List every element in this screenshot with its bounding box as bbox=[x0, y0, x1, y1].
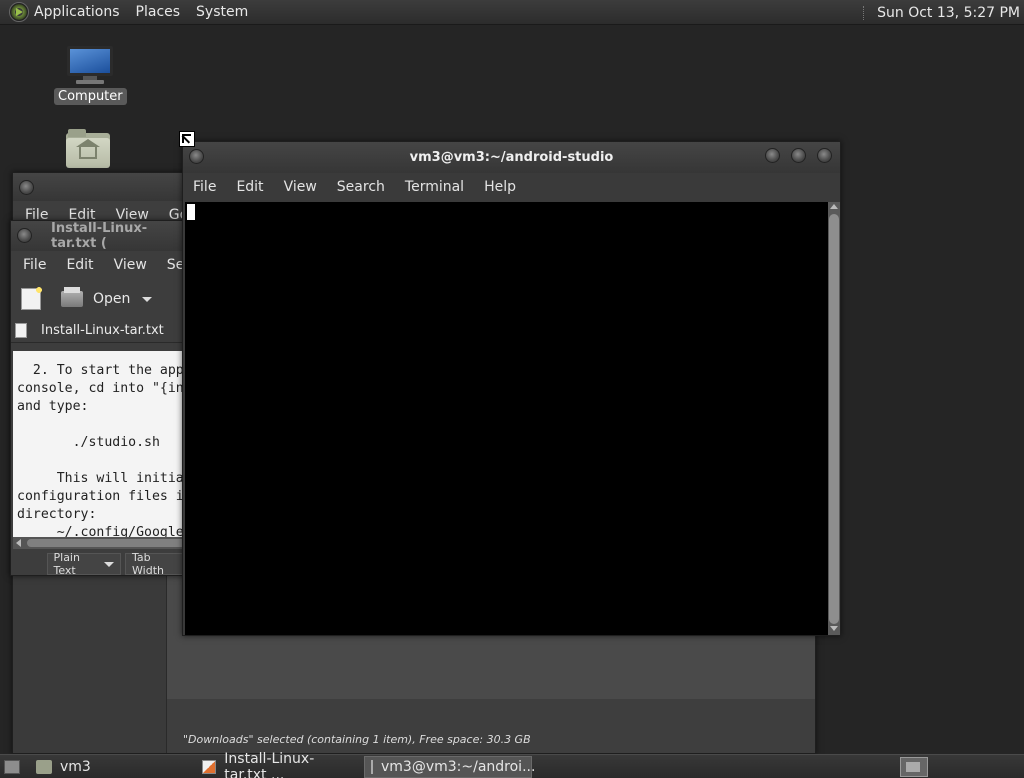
editor-menu-edit[interactable]: Edit bbox=[66, 257, 93, 273]
open-button[interactable]: Open bbox=[93, 291, 130, 307]
folder-icon bbox=[36, 759, 52, 774]
tab-width-label: Tab Width bbox=[132, 551, 164, 576]
vertical-scrollbar[interactable] bbox=[828, 202, 840, 635]
open-folder-icon[interactable] bbox=[61, 287, 83, 307]
desktop-icon-computer[interactable]: Computer bbox=[54, 46, 127, 105]
text-editor-titlebar[interactable]: Install-Linux-tar.txt ( bbox=[11, 221, 189, 251]
terminal-titlebar[interactable]: vm3@vm3:~/android-studio bbox=[183, 142, 840, 173]
horizontal-scrollbar[interactable] bbox=[13, 537, 189, 549]
terminal-menu-terminal[interactable]: Terminal bbox=[405, 179, 464, 195]
terminal-screen[interactable] bbox=[185, 202, 828, 635]
window-menu-icon[interactable] bbox=[189, 149, 204, 164]
document-tab-label: Install-Linux-tar.txt bbox=[41, 323, 164, 338]
terminal-icon bbox=[371, 759, 373, 774]
scroll-down-icon[interactable] bbox=[830, 626, 838, 631]
taskbar-item-text-editor[interactable]: Install-Linux-tar.txt ... bbox=[196, 751, 362, 778]
resize-cursor-icon bbox=[179, 131, 195, 147]
terminal-menu-edit[interactable]: Edit bbox=[236, 179, 263, 195]
maximize-icon[interactable] bbox=[791, 148, 806, 163]
close-icon[interactable] bbox=[817, 148, 832, 163]
taskbar-item-label: vm3@vm3:~/androi... bbox=[381, 758, 536, 775]
clock-area: Sun Oct 13, 5:27 PM bbox=[863, 0, 1020, 25]
scroll-up-icon[interactable] bbox=[830, 204, 838, 209]
scroll-left-icon[interactable] bbox=[16, 539, 21, 547]
desktop-icon-label: Computer bbox=[54, 88, 127, 105]
desktop-icon-home[interactable] bbox=[66, 129, 110, 169]
document-text-area[interactable]: 2. To start the app console, cd into "{i… bbox=[13, 351, 189, 537]
editor-menu-view[interactable]: View bbox=[114, 257, 147, 273]
text-editor-window[interactable]: Install-Linux-tar.txt ( File Edit View S… bbox=[10, 220, 190, 576]
scrollbar-thumb[interactable] bbox=[27, 539, 189, 547]
clock[interactable]: Sun Oct 13, 5:27 PM bbox=[877, 5, 1020, 21]
show-desktop-icon bbox=[4, 759, 20, 774]
taskbar-item-label: vm3 bbox=[60, 758, 91, 775]
menu-system[interactable]: System bbox=[196, 4, 248, 20]
document-tab[interactable]: Install-Linux-tar.txt bbox=[11, 319, 189, 343]
bottom-panel: vm3 Install-Linux-tar.txt ... vm3@vm3:~/… bbox=[0, 751, 1024, 778]
file-manager-statusbar: "Downloads" selected (containing 1 item)… bbox=[167, 725, 815, 753]
terminal-title: vm3@vm3:~/android-studio bbox=[409, 150, 614, 165]
terminal-menubar: File Edit View Search Terminal Help bbox=[183, 173, 840, 201]
terminal-menu-help[interactable]: Help bbox=[484, 179, 516, 195]
text-editor-statusbar: Plain Text Tab Width bbox=[11, 551, 189, 576]
minimize-icon[interactable] bbox=[765, 148, 780, 163]
editor-menu-file[interactable]: File bbox=[23, 257, 46, 273]
text-editor-toolbar: Open bbox=[11, 279, 189, 319]
language-dropdown-icon bbox=[104, 561, 115, 567]
text-editor-menubar: File Edit View Sear bbox=[11, 251, 189, 279]
language-selector[interactable]: Plain Text bbox=[46, 551, 122, 576]
menu-places[interactable]: Places bbox=[136, 4, 181, 20]
language-label: Plain Text bbox=[53, 551, 80, 576]
panel-separator bbox=[863, 5, 865, 20]
new-document-icon[interactable] bbox=[21, 285, 44, 310]
text-cursor bbox=[187, 204, 195, 220]
menu-applications[interactable]: Applications bbox=[34, 4, 120, 20]
terminal-menu-file[interactable]: File bbox=[193, 179, 216, 195]
workspace-switcher-icon[interactable] bbox=[900, 757, 928, 777]
scrollbar-thumb[interactable] bbox=[829, 214, 839, 624]
computer-icon bbox=[67, 46, 114, 84]
show-desktop-button[interactable] bbox=[0, 756, 28, 778]
tab-width-selector[interactable]: Tab Width bbox=[125, 551, 187, 576]
terminal-menu-search[interactable]: Search bbox=[337, 179, 385, 195]
window-menu-icon[interactable] bbox=[19, 179, 34, 195]
home-folder-icon bbox=[66, 129, 110, 169]
taskbar-item-file-manager[interactable]: vm3 bbox=[30, 756, 194, 778]
top-panel: Applications Places System Sun Oct 13, 5… bbox=[0, 0, 1024, 25]
text-editor-icon bbox=[202, 759, 217, 774]
taskbar-item-label: Install-Linux-tar.txt ... bbox=[224, 750, 315, 778]
window-menu-icon[interactable] bbox=[17, 228, 32, 243]
open-dropdown-icon[interactable] bbox=[142, 296, 153, 302]
terminal-window[interactable]: vm3@vm3:~/android-studio File Edit View … bbox=[182, 141, 841, 636]
text-file-icon bbox=[15, 323, 27, 338]
terminal-menu-view[interactable]: View bbox=[284, 179, 317, 195]
distro-logo-icon[interactable] bbox=[9, 2, 29, 22]
text-editor-title: Install-Linux-tar.txt ( bbox=[51, 221, 148, 251]
taskbar-item-terminal[interactable]: vm3@vm3:~/androi... bbox=[364, 755, 536, 778]
